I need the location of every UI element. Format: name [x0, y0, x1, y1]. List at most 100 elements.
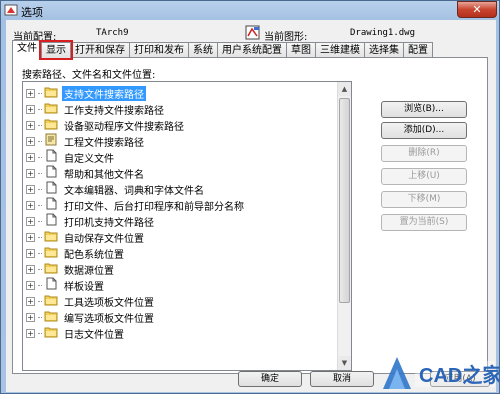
- file-paths-tree[interactable]: ▲ ▼ + 支持文件搜索路径 + 工作支持文件搜索路径 + 设备驱动程序文件搜索路径 + 工程…: [22, 81, 352, 371]
- add-button[interactable]: 添加(D)...: [381, 122, 467, 139]
- browse-button[interactable]: 浏览(B)...: [381, 101, 467, 118]
- remove-button[interactable]: 删除(R): [381, 145, 467, 162]
- tree-connector: [38, 140, 42, 142]
- tree-scrollbar[interactable]: ▲ ▼: [337, 82, 351, 370]
- expand-icon[interactable]: +: [26, 168, 35, 178]
- expand-icon[interactable]: +: [26, 312, 35, 322]
- tree-item[interactable]: + 工具选项板文件位置: [23, 293, 156, 309]
- tree-connector: [38, 220, 42, 222]
- expand-icon[interactable]: +: [26, 120, 35, 130]
- scroll-up-icon[interactable]: ▲: [338, 82, 351, 96]
- tree-item[interactable]: + 工作支持文件搜索路径: [23, 101, 166, 117]
- tree-connector: [38, 316, 42, 318]
- tree-item[interactable]: + 打印机支持文件路径: [23, 213, 156, 229]
- tree-item[interactable]: + 日志文件位置: [23, 325, 126, 341]
- tree-item-label: 帮助和其他文件名: [64, 169, 144, 181]
- tree-item[interactable]: + 工程文件搜索路径: [23, 133, 146, 149]
- tab-files[interactable]: 文件: [12, 40, 42, 58]
- move-up-button[interactable]: 上移(U): [381, 168, 467, 185]
- expand-icon[interactable]: +: [26, 88, 35, 98]
- folder-icon: [44, 309, 62, 325]
- file-icon: [44, 149, 62, 165]
- file-icon: [44, 197, 62, 213]
- current-drawing-label: 当前图形:: [264, 32, 308, 43]
- tree-item[interactable]: + 自定义文件: [23, 149, 116, 165]
- set-current-button[interactable]: 置为当前(S): [381, 214, 467, 231]
- tree-item-label: 编写选项板文件位置: [64, 313, 154, 325]
- folder-icon: [44, 117, 62, 133]
- tree-connector: [38, 332, 42, 334]
- tree-item-label: 打印文件、后台打印程序和前导部分名称: [64, 201, 244, 213]
- search-paths-label: 搜索路径、文件名和文件位置:: [22, 70, 156, 81]
- tree-item-label: 打印机支持文件路径: [64, 217, 154, 229]
- tab-plot-publish[interactable]: 打印和发布: [129, 42, 189, 58]
- expand-icon[interactable]: +: [26, 136, 35, 146]
- expand-icon[interactable]: +: [26, 328, 35, 338]
- expand-icon[interactable]: +: [26, 104, 35, 114]
- expand-icon[interactable]: +: [26, 248, 35, 258]
- tree-connector: [38, 188, 42, 190]
- tab-open-save[interactable]: 打开和保存: [70, 42, 130, 58]
- tree-item-label: 自动保存文件位置: [64, 233, 144, 245]
- tree-item[interactable]: + 设备驱动程序文件搜索路径: [23, 117, 186, 133]
- folder-icon: [44, 261, 62, 277]
- folder-icon: [44, 101, 62, 117]
- tree-item[interactable]: + 文本编辑器、词典和字体文件名: [23, 181, 206, 197]
- tab-user-preferences[interactable]: 用户系统配置: [217, 42, 287, 58]
- tree-item-label: 文本编辑器、词典和字体文件名: [64, 185, 204, 197]
- current-drawing-value: Drawing1.dwg: [350, 28, 416, 38]
- title-bar[interactable]: 选项 ✕: [1, 1, 500, 19]
- close-button[interactable]: ✕: [457, 1, 497, 18]
- file-icon: [44, 277, 62, 293]
- tab-strip: 文件 显示 打开和保存 打印和发布 系统 用户系统配置 草图 三维建模 选择集 …: [12, 40, 433, 60]
- tree-connector: [38, 284, 42, 286]
- tree-item-label: 日志文件位置: [64, 329, 124, 341]
- tree-item[interactable]: + 打印文件、后台打印程序和前导部分名称: [23, 197, 246, 213]
- file-icon: [44, 181, 62, 197]
- tree-item-label: 工作支持文件搜索路径: [64, 105, 164, 117]
- scroll-down-icon[interactable]: ▼: [338, 356, 351, 370]
- tree-item[interactable]: + 编写选项板文件位置: [23, 309, 156, 325]
- tree-item[interactable]: + 帮助和其他文件名: [23, 165, 146, 181]
- expand-icon[interactable]: +: [26, 296, 35, 306]
- ok-button[interactable]: 确定: [238, 371, 302, 387]
- file-icon: [44, 213, 62, 229]
- tree-item[interactable]: + 数据源位置: [23, 261, 116, 277]
- tree-connector: [38, 108, 42, 110]
- tree-connector: [38, 124, 42, 126]
- expand-icon[interactable]: +: [26, 232, 35, 242]
- expand-icon[interactable]: +: [26, 184, 35, 194]
- tab-selection[interactable]: 选择集: [364, 42, 404, 58]
- tree-item[interactable]: + 配色系统位置: [23, 245, 126, 261]
- tree-item-label: 样板设置: [64, 281, 104, 293]
- tree-connector: [38, 300, 42, 302]
- expand-icon[interactable]: +: [26, 152, 35, 162]
- tab-profiles[interactable]: 配置: [403, 42, 433, 58]
- watermark-text: CAD之家: [419, 363, 499, 387]
- close-icon: ✕: [472, 3, 482, 16]
- tree-connector: [38, 172, 42, 174]
- tree-item[interactable]: + 样板设置: [23, 277, 106, 293]
- tab-3d-modeling[interactable]: 三维建模: [315, 42, 365, 58]
- tree-item-label: 自定义文件: [64, 153, 114, 165]
- options-dialog: 选项 ✕ 当前配置: TArch9 当前图形: Drawing1.dwg 文件 …: [0, 0, 500, 394]
- cancel-button[interactable]: 取消: [310, 371, 374, 387]
- tree-item[interactable]: + 支持文件搜索路径: [23, 85, 146, 101]
- expand-icon[interactable]: +: [26, 264, 35, 274]
- folder-icon: [44, 293, 62, 309]
- move-down-button[interactable]: 下移(M): [381, 191, 467, 208]
- folder-icon: [44, 325, 62, 341]
- tree-connector: [38, 268, 42, 270]
- file-icon: [44, 165, 62, 181]
- tree-connector: [38, 156, 42, 158]
- tab-drafting[interactable]: 草图: [286, 42, 316, 58]
- tree-item-label: 工程文件搜索路径: [64, 137, 144, 149]
- app-icon: [4, 4, 18, 16]
- expand-icon[interactable]: +: [26, 216, 35, 226]
- scroll-thumb[interactable]: [339, 98, 350, 303]
- expand-icon[interactable]: +: [26, 200, 35, 210]
- tab-system[interactable]: 系统: [188, 42, 218, 58]
- tab-display[interactable]: 显示: [39, 40, 73, 60]
- tree-item[interactable]: + 自动保存文件位置: [23, 229, 146, 245]
- expand-icon[interactable]: +: [26, 280, 35, 290]
